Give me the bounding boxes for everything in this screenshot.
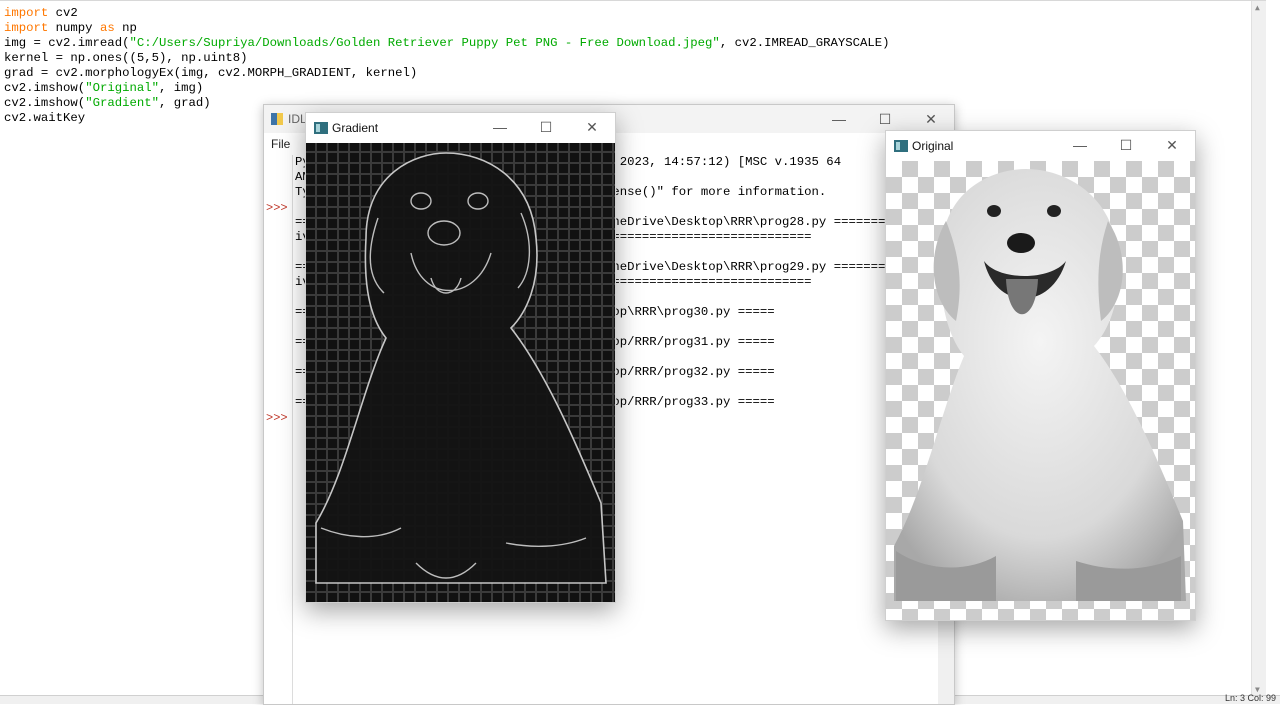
code-token: import xyxy=(4,6,49,20)
code-token: "Gradient" xyxy=(85,96,159,110)
close-button[interactable]: ✕ xyxy=(908,105,954,133)
scroll-up-icon[interactable]: ▲ xyxy=(1255,3,1260,12)
gradient-title-bar[interactable]: Gradient — ☐ ✕ xyxy=(306,113,615,143)
code-line[interactable]: img = cv2.imread("C:/Users/Supriya/Downl… xyxy=(4,36,890,51)
maximize-button[interactable]: ☐ xyxy=(1103,131,1149,161)
code-token: cv2.imshow( xyxy=(4,81,86,95)
code-token: import xyxy=(4,21,49,35)
original-image xyxy=(886,161,1195,620)
cursor-position: Ln: 3 Col: 99 xyxy=(1224,693,1276,703)
gradient-window[interactable]: Gradient — ☐ ✕ xyxy=(305,112,616,603)
close-button[interactable]: ✕ xyxy=(1149,131,1195,161)
maximize-button[interactable]: ☐ xyxy=(523,113,569,143)
code-token: , img) xyxy=(158,81,204,95)
code-line[interactable]: import cv2 xyxy=(4,6,890,21)
gradient-image xyxy=(306,143,615,602)
prompt-gutter: >>> >>> xyxy=(264,155,293,704)
code-token: cv2 xyxy=(48,6,78,20)
code-token: , cv2.IMREAD_GRAYSCALE) xyxy=(719,36,890,50)
minimize-button[interactable]: — xyxy=(1057,131,1103,161)
minimize-button[interactable]: — xyxy=(477,113,523,143)
maximize-button[interactable]: ☐ xyxy=(862,105,908,133)
menu-file[interactable]: File xyxy=(271,137,290,151)
code-token: kernel = np.ones((5,5), np.uint8) xyxy=(4,51,248,65)
python-icon xyxy=(271,113,283,125)
code-line[interactable]: import numpy as np xyxy=(4,21,890,36)
editor-scrollbar[interactable]: ▲ ▼ xyxy=(1251,1,1266,696)
code-token: as xyxy=(99,21,115,35)
code-token: numpy xyxy=(48,21,100,35)
opencv-window-icon xyxy=(314,122,328,134)
minimize-button[interactable]: — xyxy=(816,105,862,133)
shell-prompt: >>> xyxy=(266,201,288,215)
original-window[interactable]: Original — ☐ ✕ xyxy=(885,130,1196,621)
code-token: cv2.imshow( xyxy=(4,96,86,110)
code-line[interactable]: kernel = np.ones((5,5), np.uint8) xyxy=(4,51,890,66)
code-token: , grad) xyxy=(158,96,211,110)
original-title-bar[interactable]: Original — ☐ ✕ xyxy=(886,131,1195,161)
code-token: img = cv2.imread( xyxy=(4,36,130,50)
code-token: "C:/Users/Supriya/Downloads/Golden Retri… xyxy=(129,36,720,50)
code-line[interactable]: cv2.imshow("Original", img) xyxy=(4,81,890,96)
code-token: cv2.waitKey xyxy=(4,111,86,125)
opencv-window-icon xyxy=(894,140,908,152)
shell-prompt: >>> xyxy=(266,411,288,425)
puppy-edge-image xyxy=(315,152,607,584)
code-token: grad = cv2.morphologyEx(img, cv2.MORPH_G… xyxy=(4,66,418,80)
code-token: "Original" xyxy=(85,81,159,95)
close-button[interactable]: ✕ xyxy=(569,113,615,143)
original-title: Original xyxy=(912,139,954,153)
code-token: np xyxy=(114,21,137,35)
code-line[interactable]: grad = cv2.morphologyEx(img, cv2.MORPH_G… xyxy=(4,66,890,81)
puppy-image xyxy=(894,169,1186,601)
gradient-title: Gradient xyxy=(332,121,379,135)
